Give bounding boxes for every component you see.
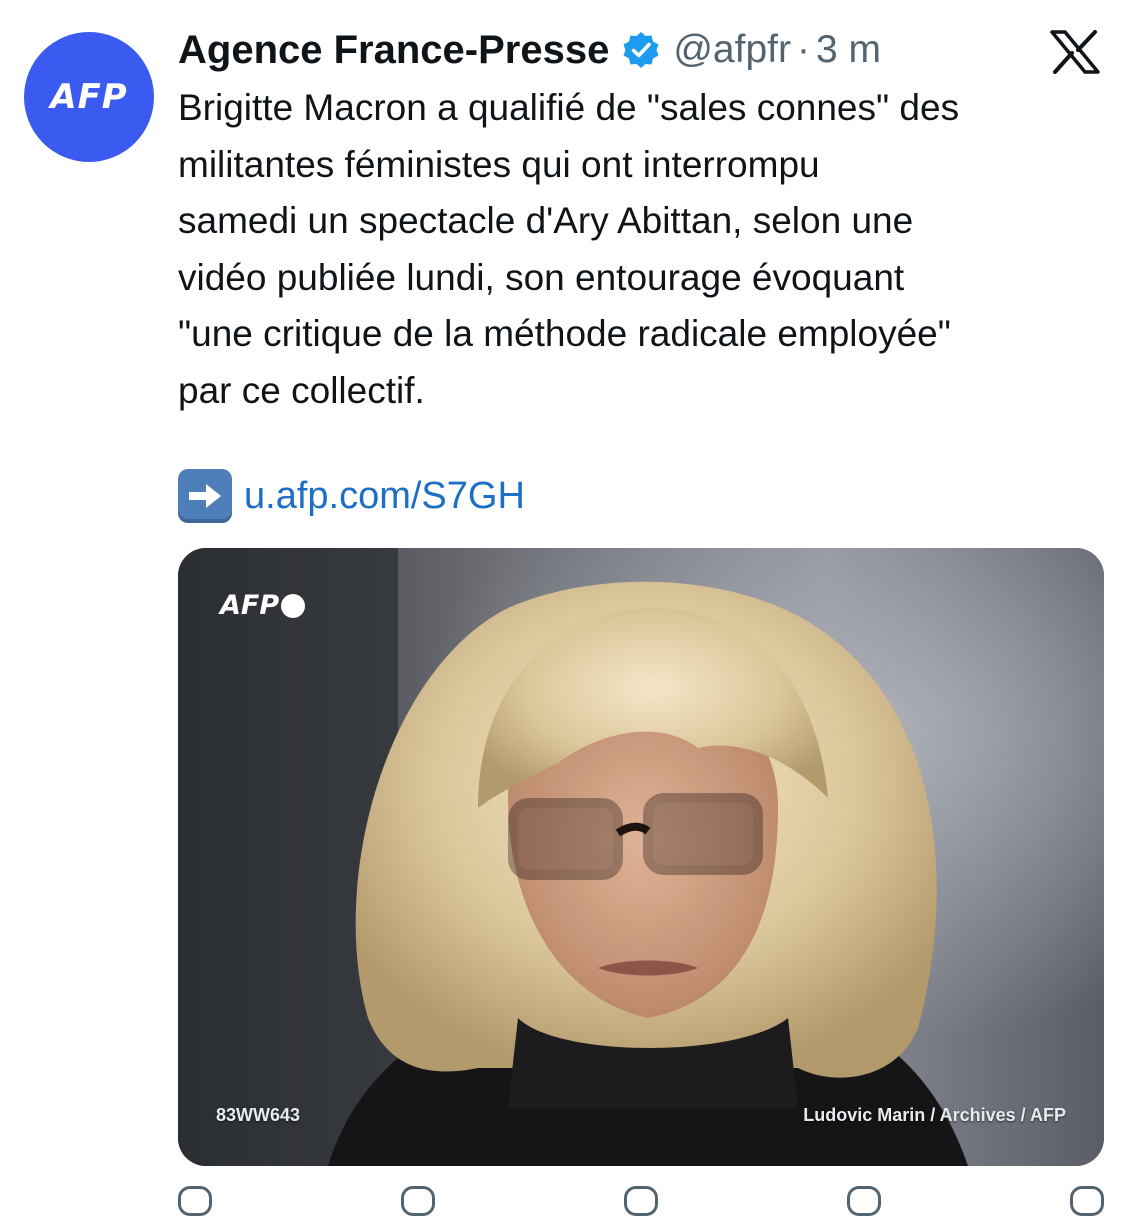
photo-id: 83WW643: [216, 1105, 301, 1125]
afp-watermark: AFP: [220, 590, 306, 621]
photo-credit: Ludovic Marin / Archives / AFP: [803, 1105, 1066, 1125]
display-name[interactable]: Agence France-Presse: [178, 28, 609, 73]
avatar[interactable]: AFP: [24, 32, 154, 162]
reply-icon[interactable]: [178, 1186, 212, 1216]
link-row: u.afp.com/S7GH: [178, 466, 525, 526]
article-link[interactable]: u.afp.com/S7GH: [244, 475, 525, 518]
x-logo-icon: [1050, 30, 1100, 74]
retweet-icon[interactable]: [401, 1186, 435, 1216]
afp-watermark-text: AFP: [220, 590, 280, 621]
verified-badge-icon: [621, 30, 661, 70]
handle[interactable]: @afpfr: [673, 28, 791, 72]
tweet-header: Agence France-Presse @afpfr · 3 m: [178, 22, 881, 78]
avatar-logo-text: AFP: [50, 77, 128, 117]
tweet-photo[interactable]: AFP 83WW643 Ludovic Marin / Archives / A…: [178, 548, 1104, 1166]
timestamp[interactable]: 3 m: [816, 28, 881, 72]
portrait-photo: [178, 548, 1104, 1166]
afp-watermark-dot: [281, 593, 306, 618]
like-icon[interactable]: [624, 1186, 658, 1216]
tweet-card[interactable]: AFP Agence France-Presse @afpfr · 3 m Br…: [0, 0, 1130, 1216]
separator-dot: ·: [796, 28, 810, 71]
views-icon[interactable]: [847, 1186, 881, 1216]
tweet-text: Brigitte Macron a qualifié de "sales con…: [178, 87, 960, 411]
bookmark-icon[interactable]: [1070, 1186, 1104, 1216]
right-arrow-emoji-icon: [178, 469, 232, 523]
action-bar: [178, 1186, 1104, 1216]
